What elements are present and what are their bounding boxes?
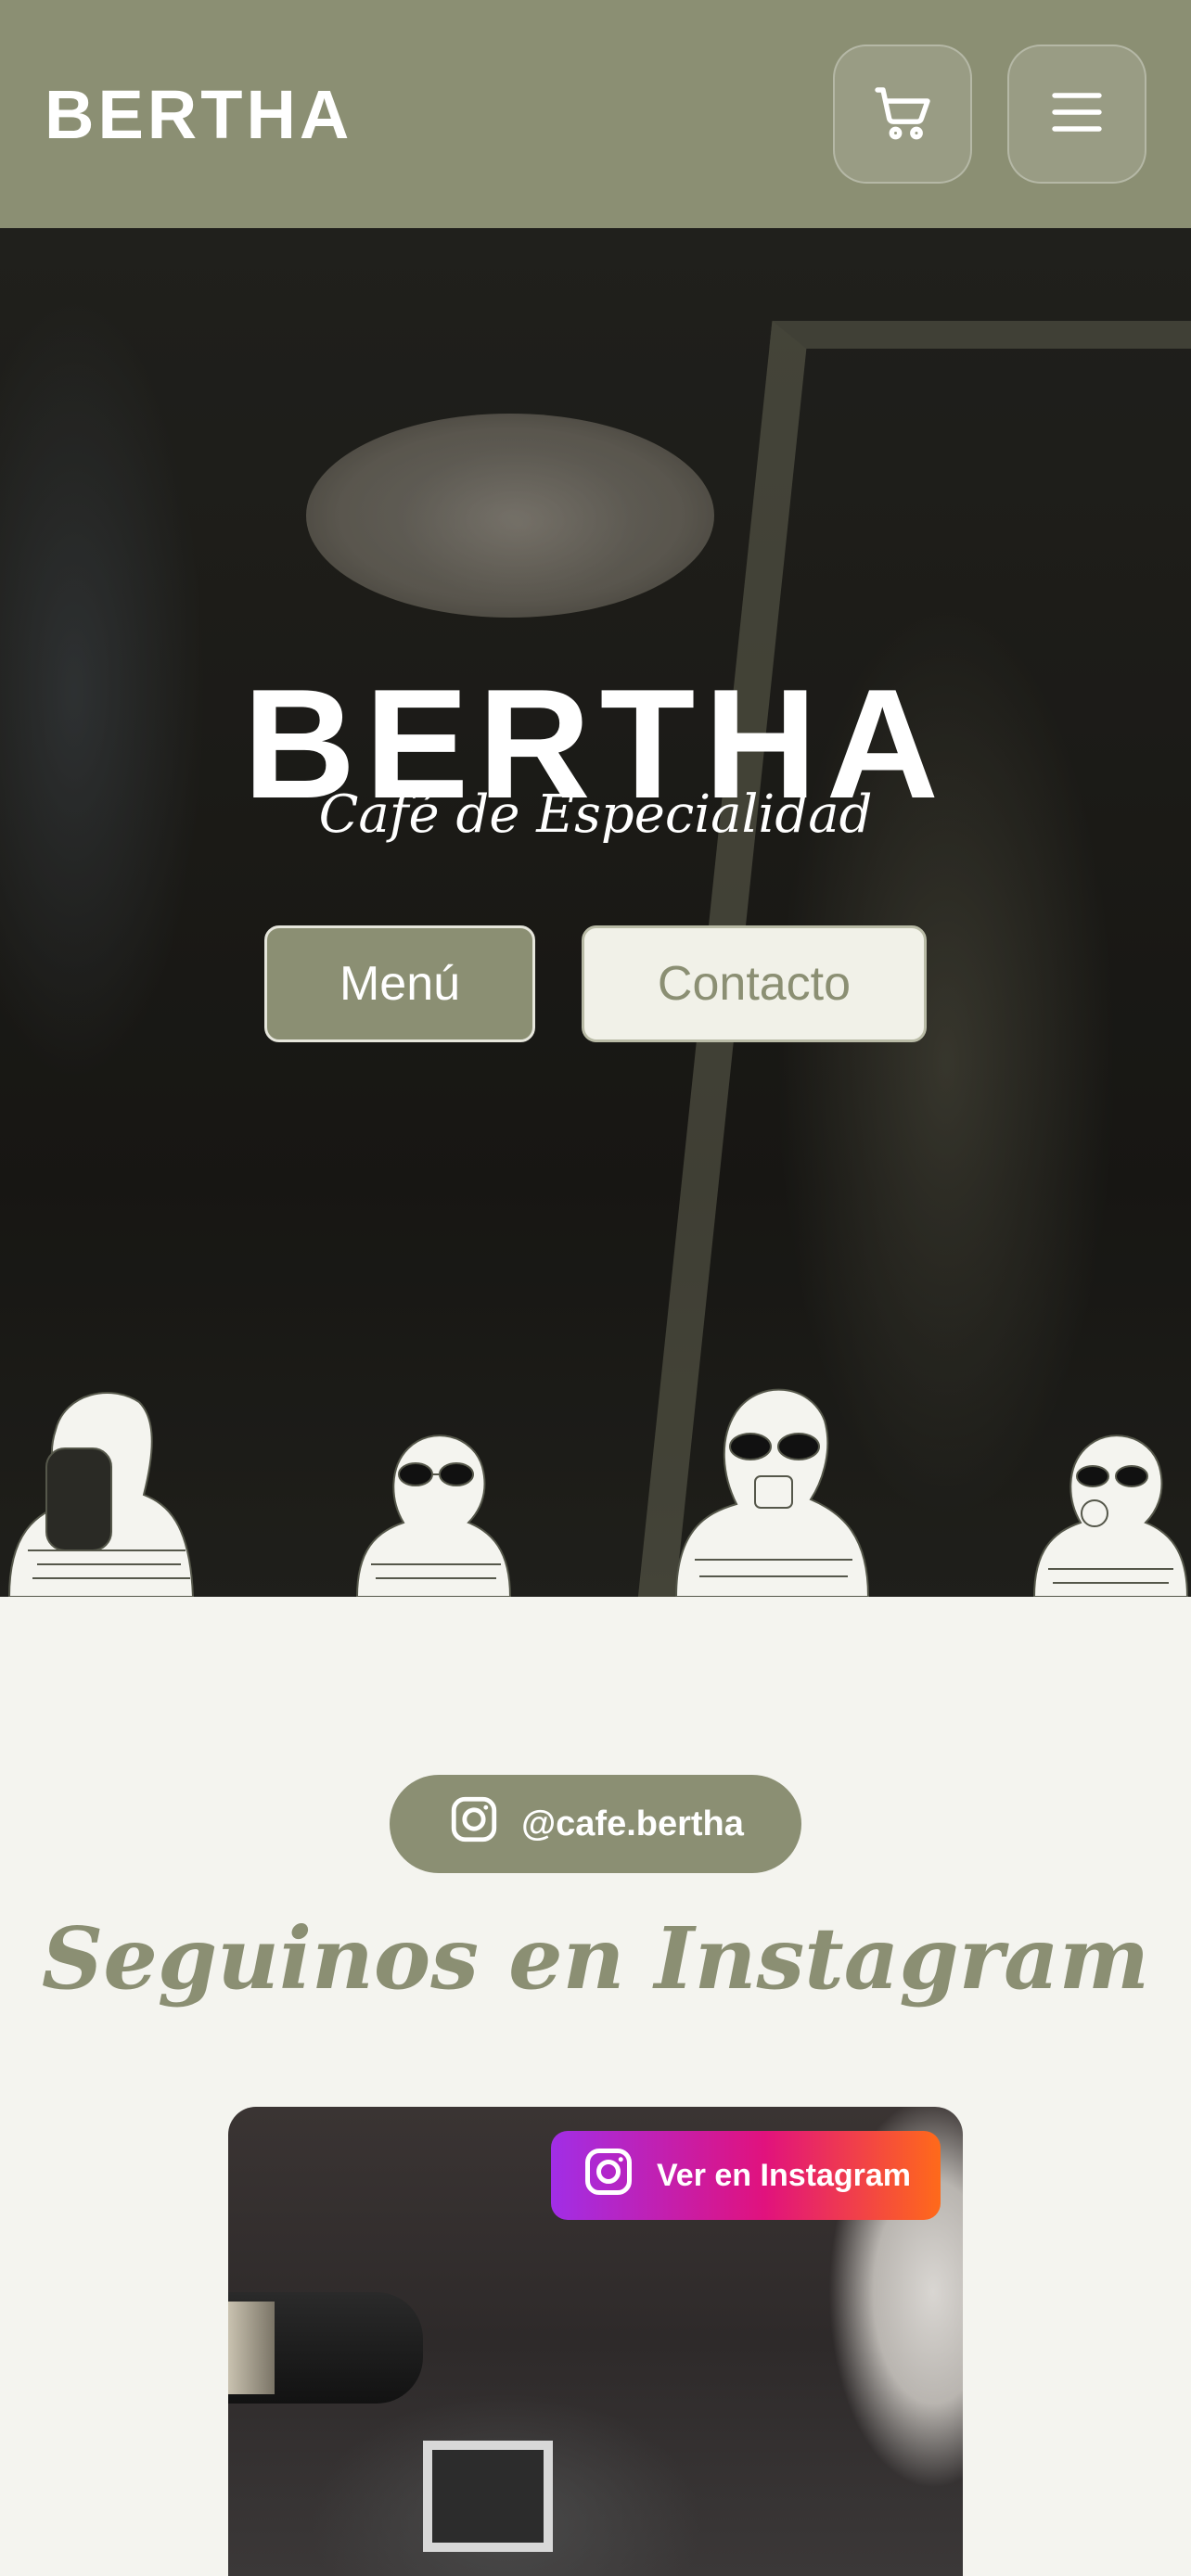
header-actions [833,45,1146,184]
bertha-illustration-book [0,1365,204,1597]
instagram-handle-pill[interactable]: @cafe.bertha [390,1775,801,1873]
instagram-handle-text: @cafe.bertha [521,1804,744,1843]
instagram-section-title: Seguinos en Instagram [41,1908,1150,2009]
post-image-detail [423,2441,553,2552]
bertha-illustration-cookie [1030,1411,1191,1597]
site-header: BERTHA [0,0,1191,228]
hero-buttons: Menú Contacto [0,925,1191,1042]
illustration-strip [0,1359,1191,1597]
cart-icon [869,79,936,150]
menu-button[interactable] [1007,45,1146,184]
bertha-illustration-coffee [672,1365,876,1597]
menu-cta-button[interactable]: Menú [264,925,535,1042]
contact-cta-button[interactable]: Contacto [582,925,927,1042]
hero-subtitle: Café de Especialidad [318,784,873,845]
bertha-illustration-sunglasses-phone [352,1411,515,1597]
page: BERTHA BERTHA Café de Especialidad Menú … [0,0,1191,2576]
cart-button[interactable] [833,45,972,184]
instagram-icon [447,1792,501,1855]
view-on-instagram-button[interactable]: Ver en Instagram [551,2131,941,2220]
espresso-machine-ring [228,2302,275,2394]
view-on-instagram-label: Ver en Instagram [656,2157,911,2193]
brand-logo[interactable]: BERTHA [45,75,352,154]
hero-section: BERTHA Café de Especialidad Menú Contact… [0,228,1191,1597]
instagram-icon [581,2144,636,2208]
hamburger-menu-icon [1044,79,1110,150]
